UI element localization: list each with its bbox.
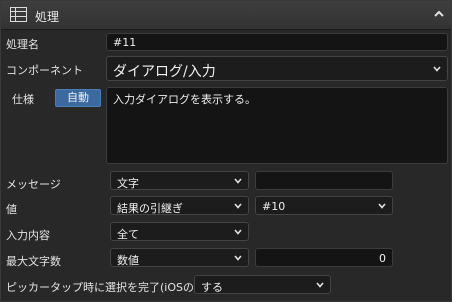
chevron-down-icon [316, 282, 324, 288]
message-type-select[interactable]: 文字 [110, 171, 249, 190]
chevron-down-icon [234, 178, 242, 184]
panel-header[interactable]: 処理 [1, 1, 451, 30]
chevron-down-icon [378, 203, 386, 209]
max-chars-input[interactable]: 0 [255, 248, 393, 267]
max-chars-type-value: 数値 [117, 254, 139, 267]
message-label: メッセージ [6, 178, 61, 191]
chevron-down-icon [234, 203, 242, 209]
value-source-select[interactable]: #10 [255, 196, 393, 215]
component-value: ダイアログ/入力 [113, 64, 216, 80]
spec-label: 仕様 [12, 93, 34, 106]
input-content-value: 全て [117, 228, 139, 241]
auto-button[interactable]: 自動 [55, 89, 101, 107]
component-select[interactable]: ダイアログ/入力 [106, 56, 448, 81]
picker-value: する [201, 281, 223, 294]
input-content-select[interactable]: 全て [110, 222, 249, 241]
picker-select[interactable]: する [194, 275, 331, 294]
table-icon [10, 7, 27, 22]
process-panel: 処理 処理名 #11 コンポーネント ダイアログ/入力 仕様 自動 入力ダイアロ… [0, 0, 452, 302]
message-input[interactable] [255, 171, 393, 190]
chevron-up-icon[interactable] [433, 9, 445, 19]
name-field[interactable]: #11 [106, 33, 448, 51]
picker-label: ピッカータップ時に選択を完了(iOSのみ) [6, 281, 210, 294]
max-chars-type-select[interactable]: 数値 [110, 248, 249, 267]
name-value: #11 [113, 36, 137, 49]
value-type-select[interactable]: 結果の引継ぎ [110, 196, 249, 215]
input-content-label: 入力内容 [6, 229, 50, 242]
chevron-down-icon [234, 255, 242, 261]
spec-textarea[interactable]: 入力ダイアログを表示する。 [106, 87, 448, 164]
component-label: コンポーネント [6, 64, 83, 77]
name-label: 処理名 [6, 38, 39, 51]
message-type-value: 文字 [117, 177, 139, 190]
panel-title: 処理 [35, 10, 60, 24]
chevron-down-icon [234, 229, 242, 235]
spec-value: 入力ダイアログを表示する。 [113, 93, 256, 106]
max-chars-value: 0 [379, 252, 386, 265]
chevron-down-icon [433, 66, 441, 72]
value-source-value: #10 [262, 200, 286, 213]
value-label: 値 [6, 203, 17, 216]
value-type-value: 結果の引継ぎ [117, 202, 183, 215]
max-chars-label: 最大文字数 [6, 255, 61, 268]
